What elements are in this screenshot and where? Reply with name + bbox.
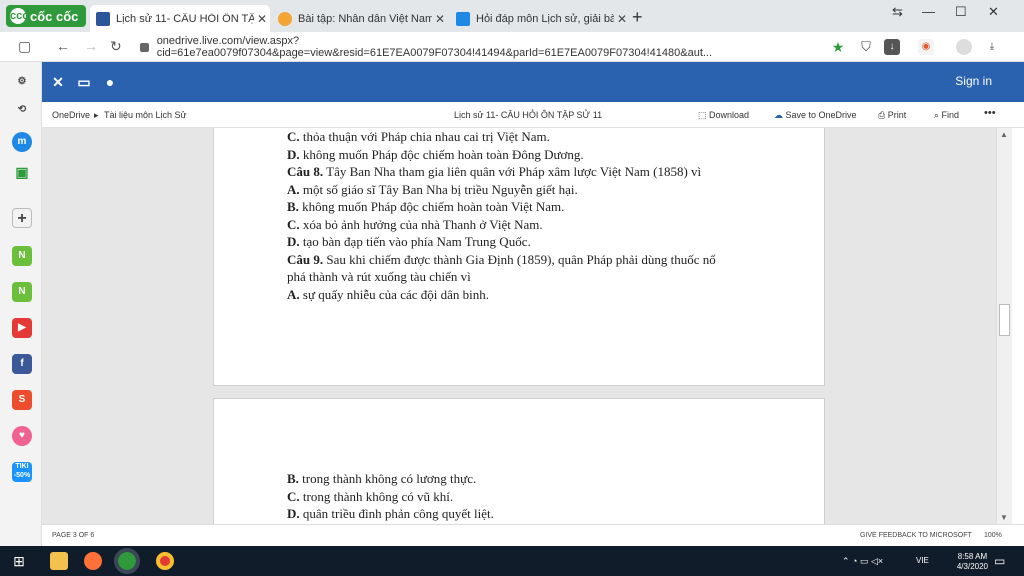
word-icon xyxy=(96,11,110,26)
extension-icon[interactable]: ◉ xyxy=(918,39,934,55)
download-manager-icon[interactable]: ↓ xyxy=(884,39,900,55)
back-button[interactable]: ← xyxy=(56,38,70,54)
tab-hoi-dap[interactable]: Hỏi đáp môn Lịch sử, giải bài tập✕ xyxy=(450,5,630,32)
tab-lich-su[interactable]: Lịch sử 11- CÂU HỎI ÔN TẬP SỬ 11✕ xyxy=(90,5,270,32)
coccoc-taskbar-icon[interactable] xyxy=(114,548,140,574)
youtube-icon[interactable]: ▶ xyxy=(12,318,32,338)
close-viewer-icon[interactable]: ✕ xyxy=(48,72,68,92)
scroll-up-icon[interactable]: ▲ xyxy=(1000,130,1008,139)
window-icon[interactable]: ▭ xyxy=(74,72,94,92)
heart-icon[interactable]: ♥ xyxy=(12,426,32,446)
chrome-icon[interactable] xyxy=(156,552,174,570)
feedback-link[interactable]: GIVE FEEDBACK TO MICROSOFT xyxy=(860,532,972,539)
tab-strip: ccccốc cốc Lịch sử 11- CÂU HỎI ÔN TẬP SỬ… xyxy=(0,0,1024,32)
language-indicator[interactable]: VIE xyxy=(916,556,929,565)
document-text-line: D. không muốn Pháp độc chiếm hoàn toàn Đ… xyxy=(287,146,584,162)
document-text-line: C. xóa bỏ ảnh hưởng của nhà Thanh ở Việt… xyxy=(287,216,543,232)
more-options-icon[interactable]: ••• xyxy=(984,107,996,119)
taskbar: ⊞ ⌃ ◔ ▭ ◁× VIE 8:58 AM 4/3/2020 ▭ xyxy=(0,546,1024,576)
document-page: B. trong thành không có lương thực. C. tr… xyxy=(213,398,825,524)
site-icon xyxy=(278,11,292,26)
reload-button[interactable]: ↻ xyxy=(110,38,122,55)
document-text-line: C. thỏa thuận với Pháp chia nhau cai trị… xyxy=(287,129,550,144)
maximize-button[interactable]: ☐ xyxy=(955,4,967,20)
page-indicator: PAGE 3 OF 6 xyxy=(52,532,95,539)
shortcut-n-icon[interactable]: N xyxy=(12,282,32,302)
tray-icons[interactable]: ⌃ ◔ ▭ ◁× xyxy=(842,556,883,567)
file-explorer-icon[interactable] xyxy=(50,552,68,570)
address-toolbar: ▢ ← → ↻ onedrive.live.com/view.aspx?cid=… xyxy=(0,32,1024,62)
tab-title: Lịch sử 11- CÂU HỎI ÔN TẬP SỬ 11 xyxy=(116,12,254,25)
onedrive-header: ✕ ▭ ● Sign in xyxy=(42,62,1024,102)
notification-icon[interactable]: ▭ xyxy=(994,554,1005,568)
document-text-line: phá thành và rút xuống tàu chiến vì xyxy=(287,269,471,284)
tab-search-icon[interactable]: ⇆ xyxy=(892,4,903,20)
avatar[interactable] xyxy=(956,39,972,55)
new-tab-button[interactable]: + xyxy=(632,7,643,28)
document-text-line: A. một số giáo sĩ Tây Ban Nha bị triều N… xyxy=(287,181,578,197)
download-button[interactable]: ⬚ Download xyxy=(698,110,749,121)
close-window-button[interactable]: ✕ xyxy=(988,4,999,20)
windows-start-icon[interactable]: ⊞ xyxy=(10,552,28,570)
url-text: onedrive.live.com/view.aspx?cid=61e7ea00… xyxy=(156,35,713,59)
print-button[interactable]: ⎙ Print xyxy=(878,110,906,121)
browser-sidebar: ⚙ ⟲ m ▣ + N N ▶ f S ♥ TIKI -50% xyxy=(0,62,42,546)
document-text-line: Câu 8. Tây Ban Nha tham gia liên quân vớ… xyxy=(287,164,702,179)
brand-label: cốc cốc xyxy=(30,8,79,24)
forward-button[interactable]: → xyxy=(84,38,98,54)
document-viewer[interactable]: C. thỏa thuận với Pháp chia nhau cai trị… xyxy=(42,128,996,524)
document-text-line: B. trong thành không có lương thực. xyxy=(287,471,477,486)
cloud-icon: ☁ xyxy=(774,110,783,120)
site-icon xyxy=(456,11,470,26)
vertical-scrollbar[interactable]: ▲ ▼ xyxy=(996,128,1012,524)
sign-in-link[interactable]: Sign in xyxy=(955,74,992,88)
settings-icon[interactable]: ⚙ xyxy=(12,72,32,92)
minimize-button[interactable]: — xyxy=(922,4,935,19)
coccoc-logo-icon: ccc xyxy=(10,8,29,24)
document-title: Lịch sử 11- CÂU HỎI ÔN TẬP SỬ 11 xyxy=(454,110,603,120)
scroll-down-icon[interactable]: ▼ xyxy=(1000,513,1008,522)
document-text-line: C. trong thành không có vũ khí. xyxy=(287,488,454,504)
breadcrumb-onedrive[interactable]: OneDrive xyxy=(52,110,90,120)
chevron-right-icon: ▸ xyxy=(94,110,99,120)
document-text-line: D. quân triều đình phản công quyết liệt. xyxy=(287,506,494,521)
add-shortcut-icon[interactable]: + xyxy=(12,208,32,228)
document-text-line: B. không muốn Pháp độc chiếm hoàn toàn V… xyxy=(287,199,565,214)
document-text-line: D. tạo bàn đạp tiến vào phía Nam Trung Q… xyxy=(287,234,531,249)
shortcut-n-icon[interactable]: N xyxy=(12,246,32,266)
breadcrumb-folder[interactable]: Tài liệu môn Lịch Sử xyxy=(104,110,187,120)
find-button[interactable]: ⌕ Find xyxy=(934,110,959,121)
downloads-icon[interactable]: ⤓ xyxy=(984,39,1000,55)
address-bar[interactable]: onedrive.live.com/view.aspx?cid=61e7ea00… xyxy=(140,35,830,59)
history-icon[interactable]: ⟲ xyxy=(12,100,32,120)
close-icon[interactable]: ✕ xyxy=(432,12,448,26)
document-text-line: A. sự quấy nhiễu của các đội dân binh. xyxy=(287,286,489,302)
tiki-icon[interactable]: TIKI -50% xyxy=(12,462,32,482)
document-text-line: Câu 9. Sau khi chiếm được thành Gia Định… xyxy=(287,251,716,267)
document-page: C. thỏa thuận với Pháp chia nhau cai trị… xyxy=(213,128,825,386)
close-icon[interactable]: ✕ xyxy=(254,12,270,26)
messenger-icon[interactable]: m xyxy=(12,132,32,152)
lock-icon xyxy=(140,42,149,52)
status-bar: PAGE 3 OF 6 GIVE FEEDBACK TO MICROSOFT 1… xyxy=(42,524,1024,546)
zoom-level[interactable]: 100% xyxy=(984,532,1002,539)
lightbulb-icon[interactable]: ● xyxy=(100,72,120,92)
browser-menu-button[interactable]: ccc cốc cốc xyxy=(6,5,86,27)
tab-title: Bài tập: Nhân dân Việt Nam kiên quyết xyxy=(298,12,432,25)
close-icon[interactable]: ✕ xyxy=(614,12,630,26)
tab-title: Hỏi đáp môn Lịch sử, giải bài tập xyxy=(476,12,614,25)
shopee-icon[interactable]: S xyxy=(12,390,32,410)
save-to-onedrive-button[interactable]: ☁ Save to OneDrive xyxy=(774,110,857,121)
tab-bai-tap[interactable]: Bài tập: Nhân dân Việt Nam kiên quyết✕ xyxy=(272,5,448,32)
bookmark-star-icon[interactable]: ★ xyxy=(830,39,846,55)
game-icon[interactable]: ▣ xyxy=(12,162,32,182)
command-bar: OneDrive ▸ Tài liệu môn Lịch Sử Lịch sử … xyxy=(42,102,1024,128)
firefox-icon[interactable] xyxy=(84,552,102,570)
clock[interactable]: 8:58 AM 4/3/2020 xyxy=(957,552,988,572)
facebook-icon[interactable]: f xyxy=(12,354,32,374)
sidebar-toggle-icon[interactable]: ▢ xyxy=(18,38,31,55)
scroll-thumb[interactable] xyxy=(999,304,1010,336)
shield-icon[interactable]: ⛉ xyxy=(858,39,874,55)
